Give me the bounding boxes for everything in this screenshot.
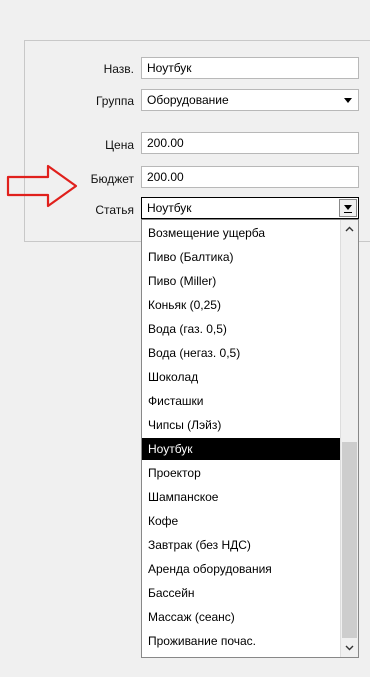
list-item[interactable]: Проживание почас. bbox=[142, 630, 340, 652]
group-select[interactable]: Оборудование bbox=[141, 89, 359, 111]
list-item[interactable]: Шампанское bbox=[142, 486, 340, 508]
article-select[interactable]: Ноутбук bbox=[141, 197, 359, 219]
list-item[interactable]: Пиво (Miller) bbox=[142, 270, 340, 292]
list-item[interactable]: Возмещение ущерба bbox=[142, 222, 340, 244]
scrollbar[interactable] bbox=[340, 220, 358, 657]
scroll-thumb[interactable] bbox=[342, 442, 357, 638]
scroll-down-chevron-icon[interactable] bbox=[341, 639, 358, 657]
group-value: Оборудование bbox=[147, 93, 229, 107]
budget-value: 200.00 bbox=[147, 170, 184, 184]
list-item[interactable]: Шоколад bbox=[142, 366, 340, 388]
name-field[interactable]: Ноутбук bbox=[141, 57, 359, 79]
name-label: Назв. bbox=[103, 62, 134, 76]
list-item[interactable]: Пиво (Балтика) bbox=[142, 246, 340, 268]
article-label: Статья bbox=[95, 203, 134, 217]
price-field[interactable]: 200.00 bbox=[141, 132, 359, 154]
list-item[interactable]: Проектор bbox=[142, 462, 340, 484]
list-item[interactable]: Коньяк (0,25) bbox=[142, 294, 340, 316]
price-label: Цена bbox=[105, 138, 134, 152]
price-value: 200.00 bbox=[147, 136, 184, 150]
scroll-up-chevron-icon[interactable] bbox=[341, 220, 358, 238]
list-item[interactable]: Фисташки bbox=[142, 390, 340, 412]
article-dropdown-list[interactable]: Возмещение ущерба Пиво (Балтика) Пиво (Mil… bbox=[141, 219, 359, 658]
list-item[interactable]: Кофе bbox=[142, 510, 340, 532]
budget-field[interactable]: 200.00 bbox=[141, 166, 359, 188]
chevron-down-icon[interactable] bbox=[339, 91, 357, 109]
group-label: Группа bbox=[95, 94, 134, 108]
list-item[interactable]: Ноутбук bbox=[142, 438, 340, 460]
list-item[interactable]: Массаж (сеанс) bbox=[142, 606, 340, 628]
list-item[interactable]: Аренда оборудования bbox=[142, 558, 340, 580]
list-item[interactable]: Завтрак (без НДС) bbox=[142, 534, 340, 556]
list-item[interactable]: Чипсы (Лэйз) bbox=[142, 414, 340, 436]
list-item[interactable]: Вода (негаз. 0,5) bbox=[142, 342, 340, 364]
chevron-down-icon[interactable] bbox=[339, 199, 357, 217]
list-item[interactable]: Бассейн bbox=[142, 582, 340, 604]
article-value: Ноутбук bbox=[147, 201, 192, 215]
name-value: Ноутбук bbox=[147, 61, 192, 75]
list-item[interactable]: Вода (газ. 0,5) bbox=[142, 318, 340, 340]
